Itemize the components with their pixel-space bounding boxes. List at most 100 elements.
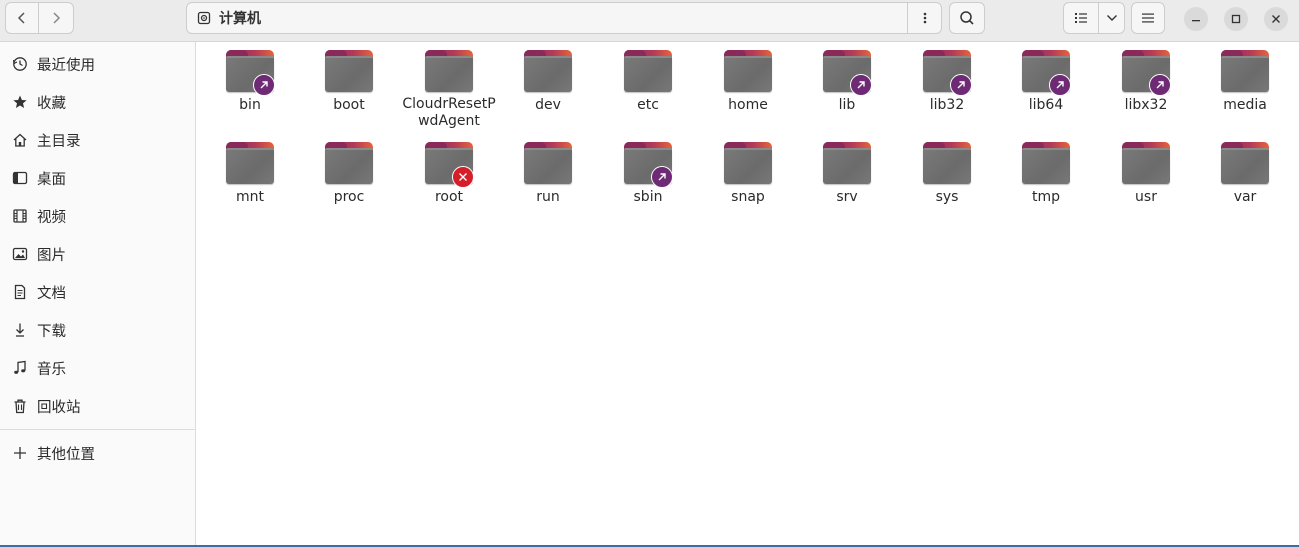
folder-name: lib: [838, 97, 856, 113]
sidebar-item-label: 最近使用: [37, 57, 95, 74]
folder-icon: [923, 142, 971, 186]
folder-icon: [624, 50, 672, 94]
folder-item[interactable]: home: [700, 42, 796, 130]
file-manager-window: 计算机 最近使用 收藏 主目录 桌面 视频 图片 文档 下载 音乐 回收站 其他…: [0, 0, 1299, 547]
main-menu-button[interactable]: [1131, 2, 1165, 34]
folder-name: dev: [535, 97, 561, 113]
location-title: 计算机: [219, 11, 261, 27]
minimize-button[interactable]: [1184, 7, 1208, 31]
chevron-down-icon: [1106, 15, 1117, 21]
folder-item[interactable]: root: [401, 134, 497, 222]
folder-icon: [524, 142, 572, 186]
folder-item[interactable]: run: [500, 134, 596, 222]
folder-name: proc: [333, 189, 365, 205]
folder-item[interactable]: lib32: [899, 42, 995, 130]
symlink-emblem-icon: [1049, 74, 1071, 96]
folder-icon: [923, 50, 972, 96]
folder-name: usr: [1135, 189, 1157, 205]
folder-icon: [1022, 142, 1070, 186]
sidebar-item-label: 主目录: [37, 133, 81, 150]
sidebar-item-other-locations[interactable]: 其他位置: [0, 435, 195, 471]
home-icon: [11, 131, 29, 149]
folder-icon: [823, 50, 872, 96]
back-button[interactable]: [5, 2, 39, 34]
sidebar: 最近使用 收藏 主目录 桌面 视频 图片 文档 下载 音乐 回收站 其他位置: [0, 42, 196, 545]
folder-item[interactable]: tmp: [998, 134, 1094, 222]
folder-name: run: [536, 189, 560, 205]
computer-icon: [197, 11, 211, 25]
minimize-icon: [1192, 20, 1200, 22]
folder-icon: [724, 50, 772, 94]
sidebar-item-documents[interactable]: 文档: [0, 274, 195, 310]
header-bar: 计算机: [0, 0, 1299, 42]
symlink-emblem-icon: [1149, 74, 1171, 96]
symlink-emblem-icon: [950, 74, 972, 96]
sidebar-item-label: 音乐: [37, 361, 66, 378]
sidebar-item-starred[interactable]: 收藏: [0, 84, 195, 120]
folder-item[interactable]: bin: [202, 42, 298, 130]
maximize-icon: [1231, 14, 1241, 24]
sidebar-item-videos[interactable]: 视频: [0, 198, 195, 234]
maximize-button[interactable]: [1224, 7, 1248, 31]
folder-icon: [425, 142, 474, 188]
folder-item[interactable]: snap: [700, 134, 796, 222]
folder-name: sbin: [633, 189, 663, 205]
symlink-emblem-icon: [850, 74, 872, 96]
folder-name: snap: [731, 189, 765, 205]
sidebar-item-music[interactable]: 音乐: [0, 350, 195, 386]
folder-icon: [226, 142, 274, 186]
folder-item[interactable]: mnt: [202, 134, 298, 222]
folder-item[interactable]: libx32: [1098, 42, 1194, 130]
sidebar-item-trash[interactable]: 回收站: [0, 388, 195, 424]
sidebar-item-label: 视频: [37, 209, 66, 226]
sidebar-item-recent[interactable]: 最近使用: [0, 46, 195, 82]
list-view-button[interactable]: [1063, 2, 1099, 34]
folder-item[interactable]: dev: [500, 42, 596, 130]
view-options-dropdown[interactable]: [1099, 2, 1125, 34]
vertical-dots-icon: [923, 12, 926, 24]
folder-item[interactable]: srv: [799, 134, 895, 222]
search-icon: [960, 11, 974, 25]
folder-icon: [1122, 142, 1170, 186]
folder-name: lib32: [929, 97, 965, 113]
sidebar-item-label: 桌面: [37, 171, 66, 188]
folder-item[interactable]: media: [1197, 42, 1293, 130]
sidebar-item-downloads[interactable]: 下载: [0, 312, 195, 348]
folder-item[interactable]: lib: [799, 42, 895, 130]
folder-item[interactable]: var: [1197, 134, 1293, 222]
sidebar-item-desktop[interactable]: 桌面: [0, 160, 195, 196]
folder-item[interactable]: proc: [301, 134, 397, 222]
image-icon: [11, 245, 29, 263]
path-options-button[interactable]: [907, 3, 941, 33]
sidebar-item-home[interactable]: 主目录: [0, 122, 195, 158]
folder-item[interactable]: boot: [301, 42, 397, 130]
path-crumb-computer[interactable]: 计算机: [187, 3, 907, 33]
folder-item[interactable]: lib64: [998, 42, 1094, 130]
folder-icon: [1221, 50, 1269, 94]
folder-name: root: [434, 189, 464, 205]
folder-icon: [1022, 50, 1071, 96]
search-button[interactable]: [949, 2, 985, 34]
folder-icon: [823, 142, 871, 186]
folder-item[interactable]: CloudrResetPwdAgent: [401, 42, 497, 130]
hamburger-icon: [1142, 13, 1154, 23]
forward-button[interactable]: [39, 2, 74, 34]
document-icon: [11, 283, 29, 301]
file-grid: bin boot CloudrResetPwdAgent dev etc home lib l…: [196, 42, 1299, 545]
folder-item[interactable]: sbin: [600, 134, 696, 222]
path-bar[interactable]: 计算机: [186, 2, 942, 34]
sidebar-item-label: 图片: [37, 247, 66, 264]
folder-item[interactable]: sys: [899, 134, 995, 222]
clock-icon: [11, 55, 29, 73]
folder-icon: [624, 142, 673, 188]
sidebar-item-label: 收藏: [37, 95, 66, 112]
sidebar-item-label: 回收站: [37, 399, 81, 416]
close-button[interactable]: [1264, 7, 1288, 31]
folder-item[interactable]: usr: [1098, 134, 1194, 222]
music-icon: [11, 359, 29, 377]
folder-name: bin: [239, 97, 261, 113]
sidebar-separator: [0, 429, 195, 430]
folder-item[interactable]: etc: [600, 42, 696, 130]
sidebar-item-label: 其他位置: [37, 446, 95, 463]
sidebar-item-pictures[interactable]: 图片: [0, 236, 195, 272]
